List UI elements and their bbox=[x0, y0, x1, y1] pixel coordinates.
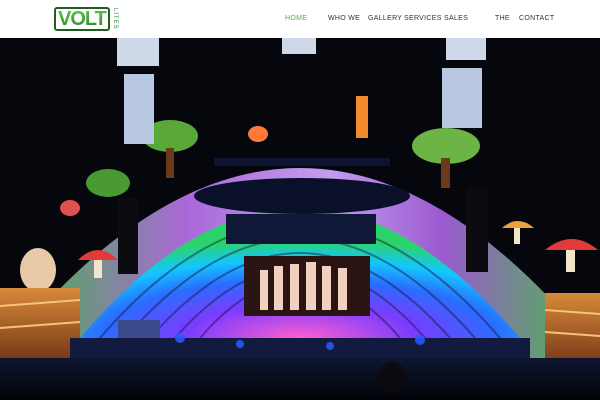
nav-sales[interactable]: SALES bbox=[444, 15, 468, 22]
site-header: VOLT LITES HOME WHO WE GALLERY SERVICES … bbox=[0, 0, 600, 38]
nav-contact[interactable]: CONTACT bbox=[519, 15, 554, 22]
nav-who-we[interactable]: WHO WE bbox=[328, 15, 360, 22]
nav-services[interactable]: SERVICES bbox=[404, 15, 442, 22]
nav-home[interactable]: HOME bbox=[285, 15, 307, 22]
hero-image bbox=[0, 38, 600, 400]
nav-the[interactable]: THE bbox=[495, 15, 510, 22]
concert-stage-illustration bbox=[0, 38, 600, 400]
nav-gallery[interactable]: GALLERY bbox=[368, 15, 402, 22]
main-nav: HOME WHO WE GALLERY SERVICES SALES THE C… bbox=[0, 15, 600, 25]
